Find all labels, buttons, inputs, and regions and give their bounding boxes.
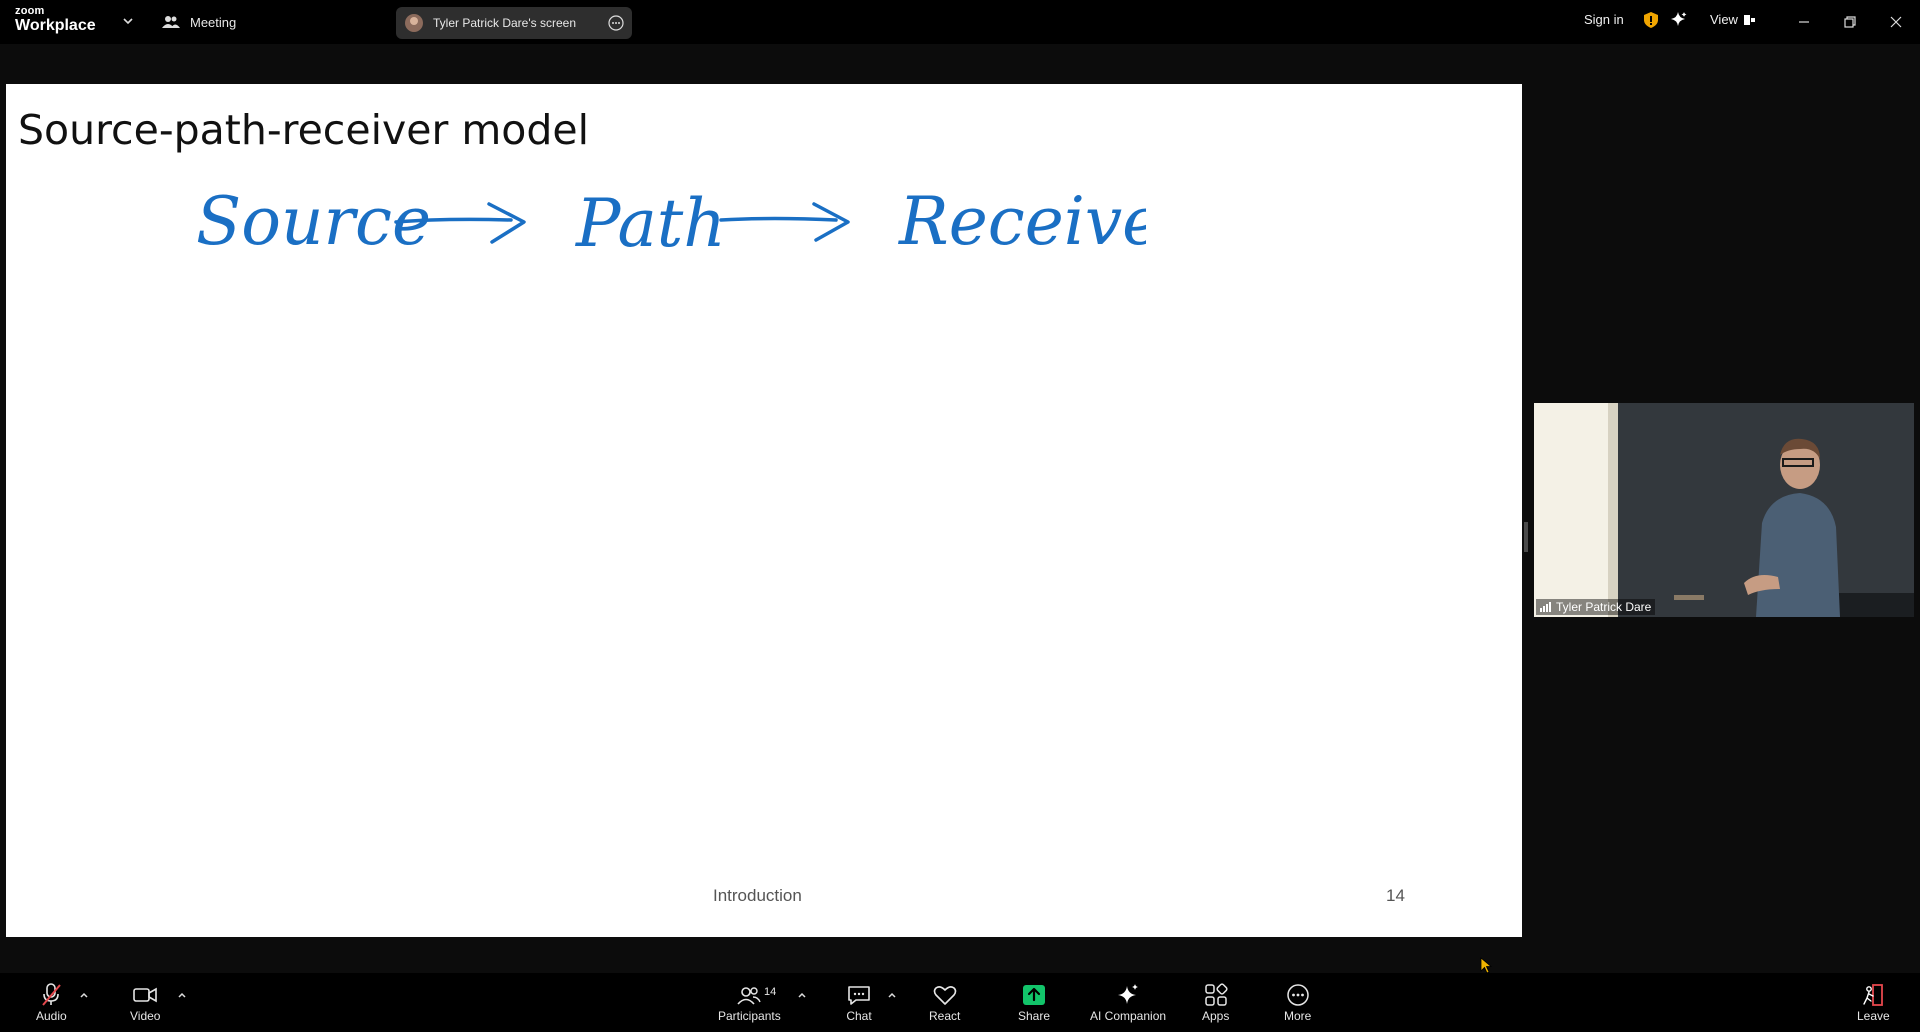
participants-options-caret-icon[interactable] (796, 990, 808, 1000)
participant-video-tile[interactable]: Tyler Patrick Dare (1534, 403, 1914, 617)
audio-button[interactable]: Audio (36, 983, 67, 1023)
more-button[interactable]: More (1284, 983, 1311, 1023)
video-feed (1534, 403, 1914, 617)
slide-page-number: 14 (1386, 886, 1405, 905)
arrow-right-icon (394, 217, 513, 224)
participants-count: 14 (764, 986, 777, 998)
react-label: React (929, 1009, 961, 1023)
screen-share-indicator[interactable]: Tyler Patrick Dare's screen (396, 7, 632, 39)
shield-icon[interactable] (1644, 12, 1658, 28)
view-menu[interactable]: View (1710, 12, 1756, 27)
handwritten-path: Path (575, 185, 726, 262)
screen-share-label: Tyler Patrick Dare's screen (433, 16, 576, 30)
apps-grid-icon (1204, 983, 1228, 1006)
zoom-workplace-logo: zoom Workplace (15, 6, 96, 34)
mouse-cursor-icon (1480, 957, 1493, 974)
apps-label: Apps (1202, 1009, 1230, 1023)
chat-button[interactable]: Chat (846, 983, 872, 1023)
handwritten-receiver: Receiver (898, 183, 1146, 260)
signal-strength-icon (1540, 602, 1551, 612)
more-label: More (1284, 1009, 1312, 1023)
chat-bubble-icon (848, 986, 870, 1005)
share-screen-icon (1023, 985, 1046, 1005)
avatar (405, 14, 423, 32)
share-label: Share (1018, 1009, 1051, 1023)
chat-label: Chat (846, 1009, 872, 1023)
leave-label: Leave (1857, 1009, 1890, 1023)
more-options-icon[interactable] (608, 15, 624, 31)
people-icon (162, 16, 180, 28)
share-button[interactable]: Share (1018, 983, 1050, 1023)
video-camera-icon (133, 987, 158, 1003)
participants-label: Participants (718, 1009, 781, 1023)
minimize-icon[interactable] (1792, 10, 1816, 34)
video-button[interactable]: Video (130, 983, 160, 1023)
ai-companion-label: AI Companion (1090, 1009, 1167, 1023)
meeting-label: Meeting (190, 14, 237, 30)
heart-icon (933, 986, 956, 1005)
video-label: Video (130, 1009, 161, 1023)
view-layout-icon (1743, 14, 1755, 25)
participant-name-label: Tyler Patrick Dare (1536, 599, 1656, 615)
microphone-muted-icon (42, 983, 62, 1006)
restore-icon[interactable] (1838, 10, 1862, 34)
slide-title: Source-path-receiver model (18, 106, 589, 154)
ai-sparkle-icon[interactable] (1670, 11, 1688, 29)
video-options-caret-icon[interactable] (176, 990, 188, 1000)
arrowhead-icon (812, 202, 850, 242)
meeting-toolbar: Audio Video Participants 14 Chat React S… (0, 973, 1920, 1032)
participants-icon (737, 987, 761, 1005)
chat-options-caret-icon[interactable] (886, 990, 898, 1000)
more-ellipsis-icon (1286, 984, 1309, 1006)
arrowhead-icon (487, 202, 526, 244)
participant-name: Tyler Patrick Dare (1556, 600, 1652, 614)
ai-companion-sparkle-icon (1118, 984, 1139, 1004)
arrow-right-icon (719, 216, 838, 222)
logo-big-text: Workplace (15, 17, 96, 34)
panel-resize-handle[interactable] (1524, 522, 1528, 552)
handwritten-diagram: Source Path Receiver (196, 183, 1146, 262)
audio-options-caret-icon[interactable] (78, 990, 90, 1000)
logo-small-text: zoom (15, 5, 45, 17)
react-button[interactable]: React (929, 983, 960, 1023)
apps-button[interactable]: Apps (1202, 983, 1229, 1023)
slide-footer-section: Introduction (713, 886, 802, 905)
leave-button[interactable]: Leave (1857, 983, 1890, 1023)
sign-in-link[interactable]: Sign in (1584, 12, 1624, 27)
title-bar: zoom Workplace Meeting Tyler Patrick Dar… (0, 0, 1920, 44)
audio-label: Audio (36, 1009, 67, 1023)
chevron-down-icon[interactable] (121, 14, 135, 28)
close-icon[interactable] (1884, 10, 1908, 34)
ai-companion-button[interactable]: AI Companion (1090, 983, 1166, 1023)
leave-door-icon (1863, 984, 1884, 1006)
meeting-menu[interactable]: Meeting (162, 12, 236, 32)
view-label: View (1710, 12, 1738, 27)
shared-screen-slide: Source-path-receiver model Source Path R… (6, 84, 1522, 937)
